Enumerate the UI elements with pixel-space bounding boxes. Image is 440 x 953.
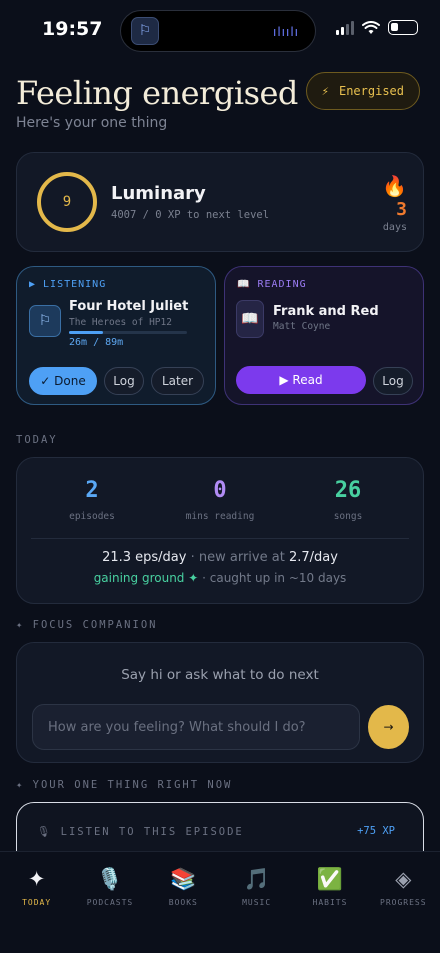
reading-kicker: 📖 READING <box>237 279 307 290</box>
flame-icon: 🔥 <box>382 174 407 198</box>
book-author: Matt Coyne <box>273 321 331 332</box>
episode-title: Four Hotel Juliet <box>69 299 189 314</box>
stat-episodes: 2 episodes <box>32 478 152 522</box>
log-read-button[interactable]: Log <box>373 367 413 395</box>
sparkle-icon: ✦ <box>27 867 46 891</box>
lightning-icon: ⚡ <box>321 84 329 98</box>
tab-label: MUSIC <box>242 898 272 907</box>
stat-value: 2 <box>85 478 99 503</box>
companion-input[interactable] <box>32 704 360 750</box>
today-stats-card: 2 episodes 0 mins reading 26 songs 21.3 … <box>16 457 424 604</box>
stat-label: songs <box>333 511 363 522</box>
read-button[interactable]: ▶ Read <box>236 366 366 394</box>
log-listen-button[interactable]: Log <box>104 367 144 395</box>
streak-value: 3 <box>396 199 407 220</box>
stat-value: 0 <box>213 478 227 503</box>
stat-reading: 0 mins reading <box>160 478 280 522</box>
backlog-status: gaining ground ✦ · caught up in ~10 days <box>93 571 347 585</box>
book-title: Frank and Red <box>273 304 379 319</box>
status-icons <box>336 20 418 35</box>
tab-label: TODAY <box>22 898 52 907</box>
mood-button[interactable]: ⚡ Energised <box>305 72 420 110</box>
tab-music[interactable]: 🎵 MUSIC <box>220 852 293 953</box>
dynamic-island[interactable]: ⚐ ılıılı <box>120 10 316 52</box>
page-subtitle: Here's your one thing <box>16 115 168 131</box>
books-icon: 📚 <box>170 867 197 891</box>
streak-counter: 🔥 3 days <box>367 175 407 233</box>
tab-podcasts[interactable]: 🎙️ PODCASTS <box>73 852 146 953</box>
streak-unit: days <box>382 222 407 233</box>
one-thing-label: 🎙 LISTEN TO THIS EPISODE <box>37 826 244 838</box>
status-bar: 19:57 ⚐ ılıılı <box>0 0 440 62</box>
music-note-icon: 🎵 <box>243 867 270 891</box>
later-button[interactable]: Later <box>151 367 204 395</box>
divider <box>31 538 409 539</box>
send-button[interactable]: → <box>368 705 409 749</box>
reading-card[interactable]: 📖 READING 📖 Frank and Red Matt Coyne ▶ R… <box>224 266 424 405</box>
one-thing-section-label: ✦ YOUR ONE THING RIGHT NOW <box>16 779 233 791</box>
battery-icon <box>388 20 418 35</box>
companion-prompt: Say hi or ask what to do next <box>121 667 319 683</box>
tab-label: HABITS <box>312 898 348 907</box>
level-card[interactable]: 9 Luminary 4007 / 0 XP to next level 🔥 3… <box>16 152 424 252</box>
level-rank: Luminary <box>111 183 206 204</box>
checkmark-icon: ✅ <box>316 867 344 891</box>
tab-habits[interactable]: ✅ HABITS <box>293 852 366 953</box>
xp-progress-text: 4007 / 0 XP to next level <box>111 209 270 221</box>
stat-songs: 26 songs <box>288 478 408 522</box>
podcast-cover-icon: ⚐ <box>29 305 61 337</box>
status-time: 19:57 <box>42 18 103 40</box>
stat-value: 26 <box>334 478 362 503</box>
page-title: Feeling energised <box>16 74 298 112</box>
wifi-icon <box>362 20 380 34</box>
now-playing-app-icon: ⚐ <box>131 17 159 45</box>
audio-wave-icon: ılıılı <box>272 25 299 39</box>
listening-kicker: ▶ LISTENING <box>29 279 107 290</box>
focus-companion-card: Say hi or ask what to do next → <box>16 642 424 763</box>
book-cover-icon: 📖 <box>236 300 264 338</box>
listening-card[interactable]: ▶ LISTENING ⚐ Four Hotel Juliet The Hero… <box>16 266 216 405</box>
one-thing-xp: +75 XP <box>357 825 395 837</box>
mood-label: Energised <box>338 84 404 98</box>
today-section-label: TODAY <box>16 434 58 446</box>
listen-progress-text: 26m / 89m <box>69 337 124 348</box>
diamond-icon: ◈ <box>395 867 412 891</box>
stat-label: mins reading <box>185 511 255 522</box>
tab-progress[interactable]: ◈ PROGRESS <box>367 852 440 953</box>
podcast-name: The Heroes of HP12 <box>69 317 172 328</box>
stat-label: episodes <box>69 511 115 522</box>
tab-label: BOOKS <box>168 898 198 907</box>
tab-label: PODCASTS <box>86 898 134 907</box>
bottom-nav: ✦ TODAY 🎙️ PODCASTS 📚 BOOKS 🎵 MUSIC ✅ HA… <box>0 851 440 953</box>
tab-label: PROGRESS <box>380 898 427 907</box>
done-button[interactable]: ✓ Done <box>29 367 97 395</box>
listen-progress-bar <box>69 331 187 334</box>
focus-section-label: ✦ FOCUS COMPANION <box>16 619 158 631</box>
signal-icon <box>336 20 354 35</box>
tab-books[interactable]: 📚 BOOKS <box>147 852 220 953</box>
microphone-icon: 🎙️ <box>96 867 124 891</box>
backlog-rate: 21.3 eps/day · new arrive at 2.7/day <box>102 550 338 565</box>
tab-today[interactable]: ✦ TODAY <box>0 852 73 953</box>
level-ring: 9 <box>37 172 97 232</box>
